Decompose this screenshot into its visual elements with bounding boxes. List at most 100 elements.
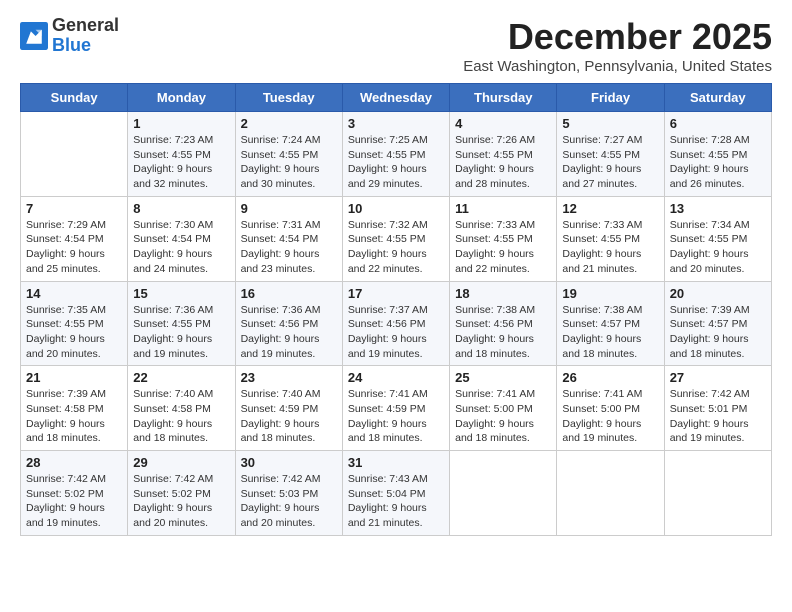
day-detail: Sunrise: 7:28 AMSunset: 4:55 PMDaylight:… xyxy=(670,133,766,192)
day-number: 6 xyxy=(670,116,766,131)
day-detail: Sunrise: 7:34 AMSunset: 4:55 PMDaylight:… xyxy=(670,218,766,277)
calendar-week-5: 28 Sunrise: 7:42 AMSunset: 5:02 PMDayligh… xyxy=(21,451,772,536)
day-detail: Sunrise: 7:35 AMSunset: 4:55 PMDaylight:… xyxy=(26,303,122,362)
calendar-cell: 15 Sunrise: 7:36 AMSunset: 4:55 PMDayligh… xyxy=(128,281,235,366)
day-detail: Sunrise: 7:38 AMSunset: 4:56 PMDaylight:… xyxy=(455,303,551,362)
calendar-cell: 30 Sunrise: 7:42 AMSunset: 5:03 PMDayligh… xyxy=(235,451,342,536)
day-number: 13 xyxy=(670,201,766,216)
calendar-cell: 31Sunrise: 7:43 AMSunset: 5:04 PMDayligh… xyxy=(342,451,449,536)
day-detail: Sunrise: 7:39 AMSunset: 4:58 PMDaylight:… xyxy=(26,387,122,446)
weekday-header-sunday: Sunday xyxy=(21,84,128,112)
calendar-cell: 12Sunrise: 7:33 AMSunset: 4:55 PMDayligh… xyxy=(557,196,664,281)
calendar-cell: 11 Sunrise: 7:33 AMSunset: 4:55 PMDayligh… xyxy=(450,196,557,281)
logo: General Blue xyxy=(20,16,119,56)
day-number: 29 xyxy=(133,455,229,470)
day-number: 4 xyxy=(455,116,551,131)
day-number: 10 xyxy=(348,201,444,216)
day-detail: Sunrise: 7:23 AMSunset: 4:55 PMDaylight:… xyxy=(133,133,229,192)
calendar-cell: 5 Sunrise: 7:27 AMSunset: 4:55 PMDaylight… xyxy=(557,112,664,197)
calendar-cell: 4Sunrise: 7:26 AMSunset: 4:55 PMDaylight… xyxy=(450,112,557,197)
calendar-cell: 17 Sunrise: 7:37 AMSunset: 4:56 PMDayligh… xyxy=(342,281,449,366)
day-number: 16 xyxy=(241,286,337,301)
calendar-cell: 7Sunrise: 7:29 AMSunset: 4:54 PMDaylight… xyxy=(21,196,128,281)
day-number: 26 xyxy=(562,370,658,385)
day-detail: Sunrise: 7:37 AMSunset: 4:56 PMDaylight:… xyxy=(348,303,444,362)
day-detail: Sunrise: 7:36 AMSunset: 4:55 PMDaylight:… xyxy=(133,303,229,362)
day-detail: Sunrise: 7:43 AMSunset: 5:04 PMDaylight:… xyxy=(348,472,444,531)
day-detail: Sunrise: 7:42 AMSunset: 5:03 PMDaylight:… xyxy=(241,472,337,531)
calendar-cell: 25 Sunrise: 7:41 AMSunset: 5:00 PMDayligh… xyxy=(450,366,557,451)
calendar-cell: 18Sunrise: 7:38 AMSunset: 4:56 PMDayligh… xyxy=(450,281,557,366)
page-header: General Blue December 2025 East Washingt… xyxy=(20,16,772,75)
calendar-cell: 28Sunrise: 7:42 AMSunset: 5:02 PMDayligh… xyxy=(21,451,128,536)
day-number: 19 xyxy=(562,286,658,301)
calendar-cell: 24Sunrise: 7:41 AMSunset: 4:59 PMDayligh… xyxy=(342,366,449,451)
calendar-cell: 2 Sunrise: 7:24 AMSunset: 4:55 PMDaylight… xyxy=(235,112,342,197)
calendar-cell: 1Sunrise: 7:23 AMSunset: 4:55 PMDaylight… xyxy=(128,112,235,197)
day-detail: Sunrise: 7:41 AMSunset: 5:00 PMDaylight:… xyxy=(455,387,551,446)
calendar-cell: 26 Sunrise: 7:41 AMSunset: 5:00 PMDayligh… xyxy=(557,366,664,451)
weekday-header-saturday: Saturday xyxy=(664,84,771,112)
day-number: 8 xyxy=(133,201,229,216)
day-number: 24 xyxy=(348,370,444,385)
weekday-header-tuesday: Tuesday xyxy=(235,84,342,112)
day-number: 20 xyxy=(670,286,766,301)
calendar-cell: 8 Sunrise: 7:30 AMSunset: 4:54 PMDaylight… xyxy=(128,196,235,281)
calendar-cell xyxy=(557,451,664,536)
day-number: 9 xyxy=(241,201,337,216)
location: East Washington, Pennsylvania, United St… xyxy=(463,58,772,75)
day-detail: Sunrise: 7:31 AMSunset: 4:54 PMDaylight:… xyxy=(241,218,337,277)
weekday-header-thursday: Thursday xyxy=(450,84,557,112)
calendar-body: 1Sunrise: 7:23 AMSunset: 4:55 PMDaylight… xyxy=(21,112,772,536)
day-detail: Sunrise: 7:32 AMSunset: 4:55 PMDaylight:… xyxy=(348,218,444,277)
calendar-cell: 16 Sunrise: 7:36 AMSunset: 4:56 PMDayligh… xyxy=(235,281,342,366)
calendar-cell: 14 Sunrise: 7:35 AMSunset: 4:55 PMDayligh… xyxy=(21,281,128,366)
calendar-cell: 22 Sunrise: 7:40 AMSunset: 4:58 PMDayligh… xyxy=(128,366,235,451)
day-detail: Sunrise: 7:39 AMSunset: 4:57 PMDaylight:… xyxy=(670,303,766,362)
day-detail: Sunrise: 7:40 AMSunset: 4:58 PMDaylight:… xyxy=(133,387,229,446)
logo-text: General Blue xyxy=(52,16,119,56)
day-number: 15 xyxy=(133,286,229,301)
calendar-cell xyxy=(21,112,128,197)
calendar-week-1: 1Sunrise: 7:23 AMSunset: 4:55 PMDaylight… xyxy=(21,112,772,197)
day-number: 7 xyxy=(26,201,122,216)
day-detail: Sunrise: 7:36 AMSunset: 4:56 PMDaylight:… xyxy=(241,303,337,362)
day-detail: Sunrise: 7:40 AMSunset: 4:59 PMDaylight:… xyxy=(241,387,337,446)
logo-icon xyxy=(20,22,48,50)
day-detail: Sunrise: 7:24 AMSunset: 4:55 PMDaylight:… xyxy=(241,133,337,192)
day-number: 21 xyxy=(26,370,122,385)
day-detail: Sunrise: 7:42 AMSunset: 5:02 PMDaylight:… xyxy=(133,472,229,531)
calendar-week-2: 7Sunrise: 7:29 AMSunset: 4:54 PMDaylight… xyxy=(21,196,772,281)
day-detail: Sunrise: 7:27 AMSunset: 4:55 PMDaylight:… xyxy=(562,133,658,192)
weekday-header-monday: Monday xyxy=(128,84,235,112)
weekday-header-wednesday: Wednesday xyxy=(342,84,449,112)
day-number: 3 xyxy=(348,116,444,131)
day-number: 23 xyxy=(241,370,337,385)
calendar-cell: 10 Sunrise: 7:32 AMSunset: 4:55 PMDayligh… xyxy=(342,196,449,281)
day-number: 11 xyxy=(455,201,551,216)
weekday-header-friday: Friday xyxy=(557,84,664,112)
day-number: 2 xyxy=(241,116,337,131)
day-detail: Sunrise: 7:33 AMSunset: 4:55 PMDaylight:… xyxy=(455,218,551,277)
day-number: 30 xyxy=(241,455,337,470)
day-number: 5 xyxy=(562,116,658,131)
day-detail: Sunrise: 7:38 AMSunset: 4:57 PMDaylight:… xyxy=(562,303,658,362)
calendar-cell: 23 Sunrise: 7:40 AMSunset: 4:59 PMDayligh… xyxy=(235,366,342,451)
month-title: December 2025 xyxy=(463,16,772,58)
day-number: 25 xyxy=(455,370,551,385)
calendar-cell: 27Sunrise: 7:42 AMSunset: 5:01 PMDayligh… xyxy=(664,366,771,451)
day-number: 28 xyxy=(26,455,122,470)
calendar-cell: 29 Sunrise: 7:42 AMSunset: 5:02 PMDayligh… xyxy=(128,451,235,536)
day-number: 17 xyxy=(348,286,444,301)
day-detail: Sunrise: 7:25 AMSunset: 4:55 PMDaylight:… xyxy=(348,133,444,192)
calendar-table: SundayMondayTuesdayWednesdayThursdayFrid… xyxy=(20,83,772,536)
day-number: 12 xyxy=(562,201,658,216)
day-detail: Sunrise: 7:30 AMSunset: 4:54 PMDaylight:… xyxy=(133,218,229,277)
day-number: 22 xyxy=(133,370,229,385)
day-detail: Sunrise: 7:41 AMSunset: 5:00 PMDaylight:… xyxy=(562,387,658,446)
calendar-header-row: SundayMondayTuesdayWednesdayThursdayFrid… xyxy=(21,84,772,112)
calendar-cell: 13 Sunrise: 7:34 AMSunset: 4:55 PMDayligh… xyxy=(664,196,771,281)
calendar-cell: 3 Sunrise: 7:25 AMSunset: 4:55 PMDaylight… xyxy=(342,112,449,197)
calendar-cell: 20 Sunrise: 7:39 AMSunset: 4:57 PMDayligh… xyxy=(664,281,771,366)
day-number: 14 xyxy=(26,286,122,301)
